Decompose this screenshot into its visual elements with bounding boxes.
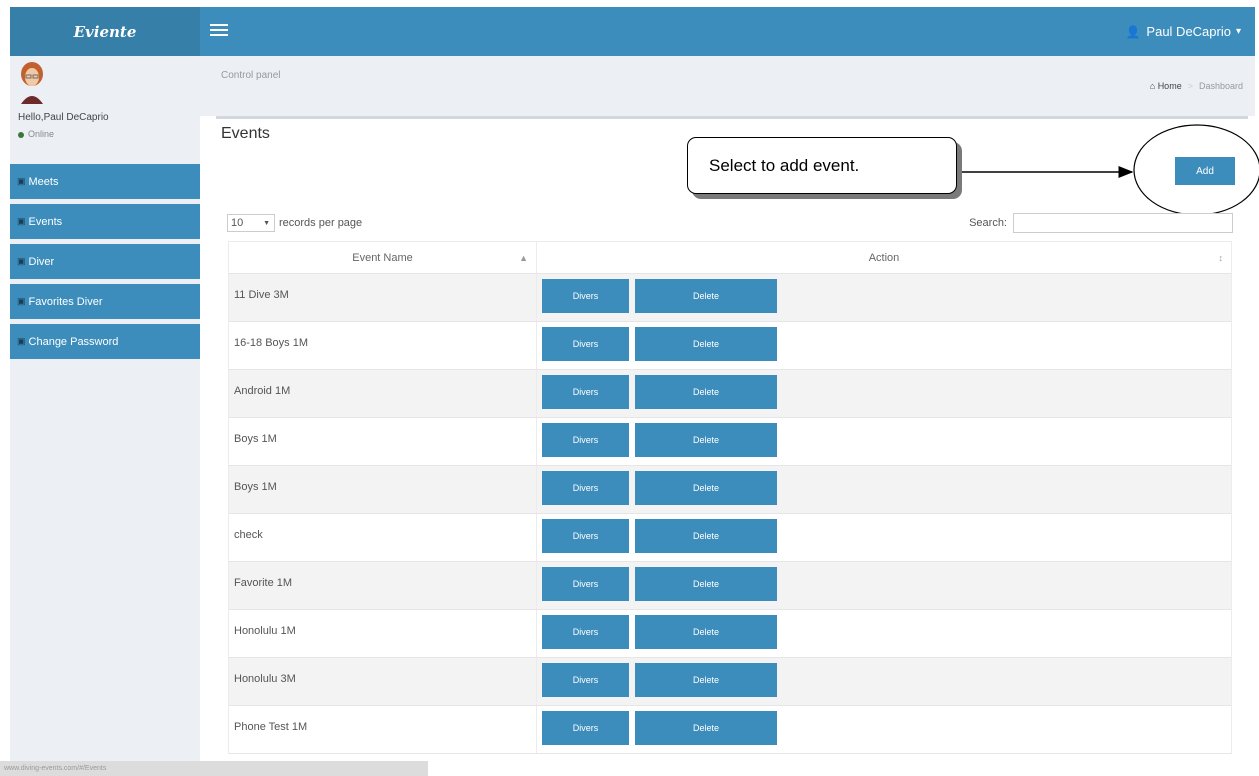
delete-button[interactable]: Delete <box>635 663 777 697</box>
sidebar-item-label: Diver <box>28 255 55 268</box>
sidebar-item-change-password[interactable]: ▣ Change Password <box>10 324 200 364</box>
sort-icon: ↕ <box>1218 252 1224 263</box>
browser-status-bar: www.diving-events.com/#/Events <box>0 761 428 776</box>
table-row: Boys 1M Divers Delete <box>228 418 1232 466</box>
user-menu[interactable]: 👤 Paul DeCaprio ▾ <box>1125 7 1241 56</box>
greeting-text: Hello,Paul DeCaprio <box>18 112 109 123</box>
divers-button[interactable]: Divers <box>542 711 629 745</box>
breadcrumb-home[interactable]: Home <box>1158 81 1182 91</box>
table-row: Honolulu 3M Divers Delete <box>228 658 1232 706</box>
table-row: check Divers Delete <box>228 514 1232 562</box>
delete-button[interactable]: Delete <box>635 471 777 505</box>
sidebar-item-events[interactable]: ▣ Events <box>10 204 200 244</box>
table-row: Phone Test 1M Divers Delete <box>228 706 1232 754</box>
column-header-label: Event Name <box>352 251 413 264</box>
event-name: Android 1M <box>234 385 291 397</box>
table-row: 16-18 Boys 1M Divers Delete <box>228 322 1232 370</box>
table-header-row: Event Name ▲ Action ↕ <box>228 241 1232 274</box>
records-per-page-control: 10 ▼ records per page <box>227 214 362 232</box>
event-name: Honolulu 1M <box>234 625 296 637</box>
status-dot-icon <box>18 131 24 138</box>
user-icon: 👤 <box>1125 24 1141 39</box>
records-per-page-select[interactable]: 10 ▼ <box>227 214 275 232</box>
delete-button[interactable]: Delete <box>635 327 777 361</box>
group-icon: ▣ <box>17 216 26 226</box>
chevron-down-icon: ▼ <box>263 219 270 227</box>
sidebar-item-meets[interactable]: ▣ Meets <box>10 164 200 204</box>
user-name: Paul DeCaprio <box>1146 24 1231 39</box>
delete-button[interactable]: Delete <box>635 375 777 409</box>
group-icon: ▣ <box>17 296 26 306</box>
avatar <box>21 62 43 104</box>
caret-down-icon: ▾ <box>1235 26 1241 37</box>
sort-icon: ▲ <box>519 252 528 263</box>
breadcrumb-separator: > <box>1187 81 1193 91</box>
delete-button[interactable]: Delete <box>635 423 777 457</box>
divers-button[interactable]: Divers <box>542 567 629 601</box>
box-top-border <box>216 116 1248 119</box>
search-input[interactable] <box>1013 213 1233 233</box>
event-name: 16-18 Boys 1M <box>234 337 308 349</box>
event-name: check <box>234 529 263 541</box>
sidebar-item-label: Favorites Diver <box>28 295 103 308</box>
top-navbar: Eviente 👤 Paul DeCaprio ▾ <box>10 7 1255 56</box>
sidebar-item-label: Change Password <box>28 335 119 348</box>
table-row: Favorite 1M Divers Delete <box>228 562 1232 610</box>
annotation-callout: Select to add event. <box>687 137 957 194</box>
column-header-action[interactable]: Action ↕ <box>537 242 1231 273</box>
table-row: 11 Dive 3M Divers Delete <box>228 274 1232 322</box>
group-icon: ▣ <box>17 336 26 346</box>
column-header-label: Action <box>868 251 900 264</box>
sidebar-item-favorites-diver[interactable]: ▣ Favorites Diver <box>10 284 200 324</box>
divers-button[interactable]: Divers <box>542 327 629 361</box>
status-label: Online <box>28 129 55 139</box>
online-status: Online <box>18 129 54 139</box>
records-per-page-label: records per page <box>279 217 363 229</box>
table-row: Honolulu 1M Divers Delete <box>228 610 1232 658</box>
column-header-event-name[interactable]: Event Name ▲ <box>229 242 537 273</box>
divers-button[interactable]: Divers <box>542 471 629 505</box>
app-logo[interactable]: Eviente <box>10 7 200 56</box>
divers-button[interactable]: Divers <box>542 615 629 649</box>
events-table: Event Name ▲ Action ↕ 11 Dive 3M Divers Del… <box>228 241 1232 754</box>
sidebar: Hello,Paul DeCaprio Online ▣ Meets ▣ Event… <box>10 56 200 776</box>
delete-button[interactable]: Delete <box>635 519 777 553</box>
sidebar-item-label: Meets <box>28 175 59 188</box>
event-name: Favorite 1M <box>234 577 293 589</box>
sidebar-item-label: Events <box>28 215 63 228</box>
breadcrumb: ⌂ Home > Dashboard <box>1150 81 1243 91</box>
records-per-page-value: 10 <box>231 217 244 229</box>
divers-button[interactable]: Divers <box>542 519 629 553</box>
page-title: Events <box>221 125 270 142</box>
delete-button[interactable]: Delete <box>635 711 777 745</box>
menu-toggle-icon[interactable] <box>210 21 228 39</box>
sidebar-menu: ▣ Meets ▣ Events ▣ Diver ▣ Favorites Diver ▣… <box>10 164 200 364</box>
home-icon[interactable]: ⌂ <box>1150 81 1158 91</box>
add-event-button[interactable]: Add <box>1175 157 1235 185</box>
delete-button[interactable]: Delete <box>635 279 777 313</box>
content-header: Control panel ⌂ Home > Dashboard <box>200 56 1255 116</box>
event-name: Boys 1M <box>234 433 277 445</box>
search-control: Search: <box>969 213 1233 233</box>
divers-button[interactable]: Divers <box>542 375 629 409</box>
event-name: Boys 1M <box>234 481 277 493</box>
table-row: Android 1M Divers Delete <box>228 370 1232 418</box>
event-name: Phone Test 1M <box>234 721 308 733</box>
search-label: Search: <box>969 217 1007 229</box>
group-icon: ▣ <box>17 176 26 186</box>
delete-button[interactable]: Delete <box>635 567 777 601</box>
event-name: 11 Dive 3M <box>234 289 289 301</box>
delete-button[interactable]: Delete <box>635 615 777 649</box>
event-name: Honolulu 3M <box>234 673 296 685</box>
group-icon: ▣ <box>17 256 26 266</box>
divers-button[interactable]: Divers <box>542 663 629 697</box>
divers-button[interactable]: Divers <box>542 423 629 457</box>
sidebar-item-diver[interactable]: ▣ Diver <box>10 244 200 284</box>
user-panel: Hello,Paul DeCaprio Online <box>10 56 200 164</box>
breadcrumb-current: Dashboard <box>1198 81 1243 91</box>
divers-button[interactable]: Divers <box>542 279 629 313</box>
page-subtitle: Control panel <box>221 70 281 81</box>
table-row: Boys 1M Divers Delete <box>228 466 1232 514</box>
